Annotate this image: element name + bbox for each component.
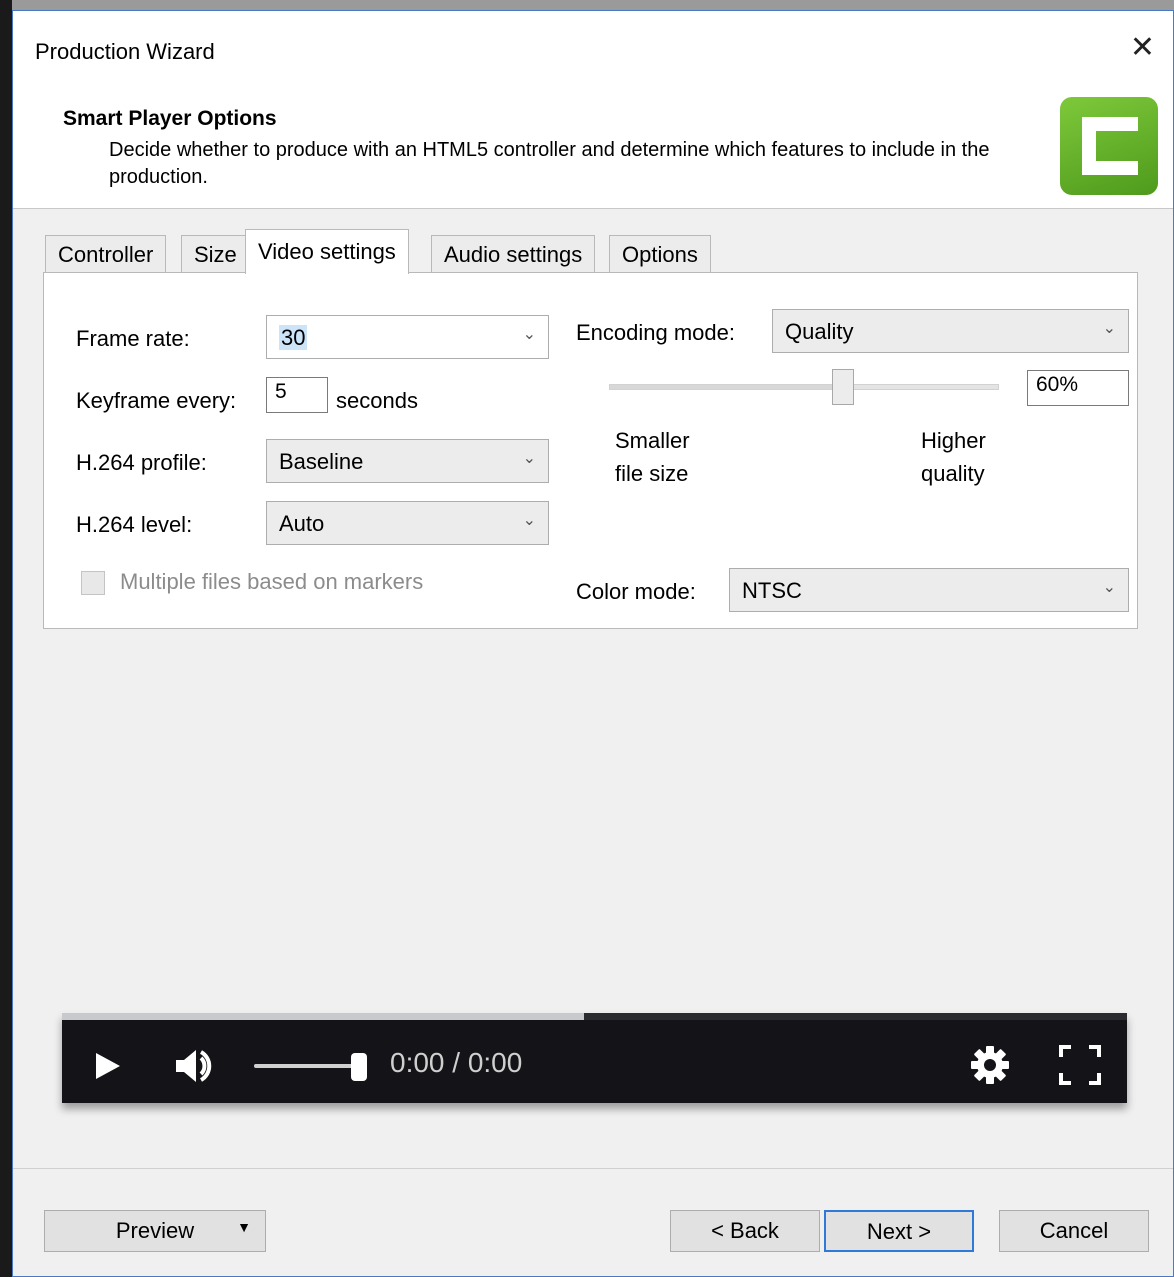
chevron-down-icon: ⌄: [522, 326, 536, 343]
time-display: 0:00 / 0:00: [390, 1047, 523, 1078]
video-settings-panel: Frame rate: 30 ⌄ Keyframe every: 5 secon…: [43, 272, 1138, 629]
encoding-mode-label: Encoding mode:: [576, 320, 735, 345]
multiple-files-label: Multiple files based on markers: [120, 569, 424, 594]
chevron-down-icon: ⌄: [522, 450, 536, 467]
frame-rate-value: 30: [279, 325, 308, 350]
color-mode-label: Color mode:: [576, 579, 696, 604]
production-wizard-dialog: Production Wizard ✕ Smart Player Options…: [12, 10, 1174, 1277]
color-mode-value: NTSC: [742, 578, 802, 603]
desktop-left-strip: [0, 0, 12, 1277]
video-player-controls: 0:00 / 0:00: [62, 1013, 1127, 1103]
gear-icon[interactable]: [970, 1045, 1010, 1085]
chevron-down-icon: ⌄: [1102, 579, 1116, 596]
h264-level-value: Auto: [279, 511, 325, 536]
camtasia-logo-icon: [1060, 97, 1158, 195]
preview-button[interactable]: Preview ▼: [44, 1210, 266, 1252]
h264-profile-value: Baseline: [279, 449, 364, 474]
color-mode-dropdown[interactable]: NTSC ⌄: [729, 568, 1129, 612]
next-button[interactable]: Next >: [824, 1210, 974, 1252]
fullscreen-icon[interactable]: [1059, 1045, 1101, 1085]
frame-rate-label: Frame rate:: [76, 326, 190, 351]
back-button[interactable]: < Back: [670, 1210, 820, 1252]
h264-level-label: H.264 level:: [76, 512, 193, 537]
tab-controller[interactable]: Controller: [45, 235, 167, 273]
multiple-files-checkbox[interactable]: [81, 571, 105, 595]
keyframe-label: Keyframe every:: [76, 388, 237, 413]
quality-slider-fill: [610, 385, 843, 389]
chevron-down-icon: ⌄: [522, 512, 536, 529]
close-icon[interactable]: ✕: [1130, 33, 1155, 63]
smaller-label-line2: file size: [615, 461, 689, 486]
wizard-header: Smart Player Options Decide whether to p…: [13, 87, 1173, 209]
cancel-button[interactable]: Cancel: [999, 1210, 1149, 1252]
preview-button-label: Preview: [115, 1218, 195, 1243]
tab-video-settings[interactable]: Video settings: [245, 229, 409, 274]
quality-slider-track[interactable]: [609, 384, 999, 390]
play-icon[interactable]: [94, 1051, 122, 1081]
volume-slider-fill: [254, 1064, 359, 1068]
h264-level-dropdown[interactable]: Auto ⌄: [266, 501, 549, 545]
keyframe-input[interactable]: 5: [266, 377, 328, 413]
higher-label-line2: quality: [921, 461, 985, 486]
dropdown-arrow-icon: ▼: [237, 1219, 251, 1235]
title-bar: Production Wizard ✕: [13, 11, 1173, 87]
smaller-label-line1: Smaller: [615, 428, 690, 453]
volume-slider-track[interactable]: [254, 1064, 364, 1068]
chevron-down-icon: ⌄: [1102, 320, 1116, 337]
tab-audio-settings[interactable]: Audio settings: [431, 235, 596, 273]
progress-bar[interactable]: [62, 1013, 1127, 1020]
desktop-top-strip: [0, 0, 1174, 10]
encoding-mode-dropdown[interactable]: Quality ⌄: [772, 309, 1129, 353]
quality-percent-input[interactable]: 60%: [1027, 370, 1129, 406]
volume-slider-thumb[interactable]: [350, 1053, 367, 1081]
h264-profile-dropdown[interactable]: Baseline ⌄: [266, 439, 549, 483]
higher-label-line1: Higher: [921, 428, 986, 453]
tab-size[interactable]: Size: [181, 235, 250, 273]
frame-rate-dropdown[interactable]: 30 ⌄: [266, 315, 549, 359]
h264-profile-label: H.264 profile:: [76, 450, 207, 475]
page-title: Smart Player Options: [63, 107, 277, 130]
quality-slider-thumb[interactable]: [832, 369, 854, 405]
progress-bar-fill: [62, 1013, 584, 1020]
encoding-mode-value: Quality: [785, 319, 854, 344]
keyframe-unit-label: seconds: [336, 388, 418, 413]
footer-separator: [13, 1168, 1173, 1169]
tab-options[interactable]: Options: [609, 235, 711, 273]
window-title: Production Wizard: [35, 39, 215, 64]
page-description: Decide whether to produce with an HTML5 …: [109, 139, 990, 188]
volume-icon[interactable]: [174, 1047, 224, 1085]
